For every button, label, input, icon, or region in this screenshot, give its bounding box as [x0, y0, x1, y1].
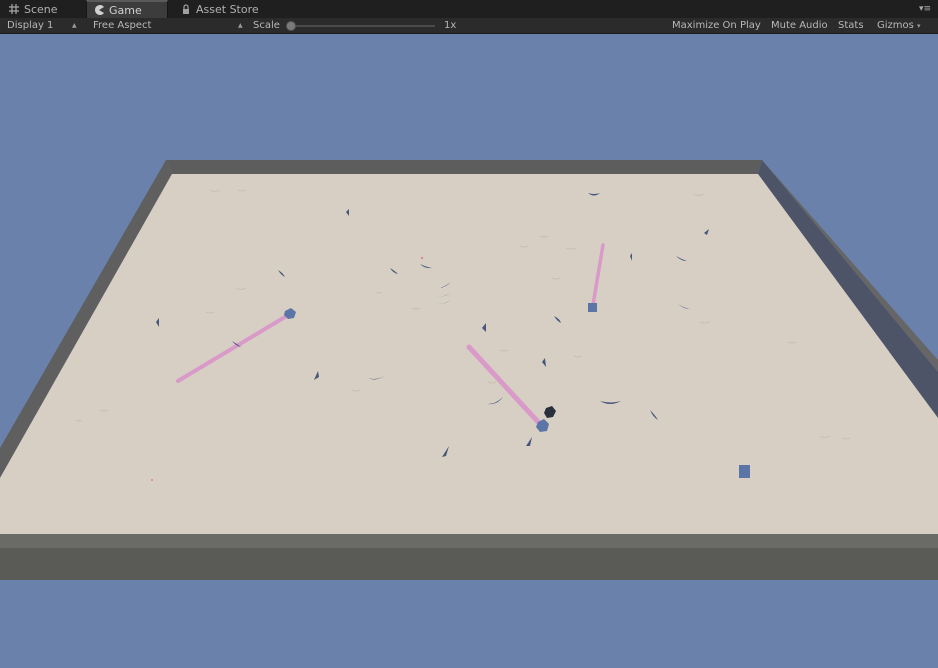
tab-label: Scene	[24, 2, 58, 16]
agent	[739, 465, 750, 478]
agent	[588, 303, 597, 312]
tab-game[interactable]: Game	[86, 0, 168, 18]
arena-wall-front	[0, 548, 938, 580]
scale-label: Scale	[253, 20, 280, 31]
game-toolbar: Display 1 ▲ Free Aspect ▲ Scale 1x Maxim…	[0, 18, 938, 34]
arena-wall-back	[166, 160, 762, 174]
display-dropdown-arrows-icon: ▲	[72, 22, 77, 29]
tab-label: Asset Store	[196, 2, 259, 16]
stats-toggle[interactable]: Stats	[838, 18, 864, 34]
aspect-dropdown-arrows-icon: ▲	[238, 22, 243, 29]
gizmos-dropdown[interactable]: Gizmos ▾	[877, 18, 921, 34]
gizmos-label: Gizmos	[877, 20, 914, 31]
chevron-down-icon: ▾	[917, 22, 921, 30]
maximize-on-play-toggle[interactable]: Maximize On Play	[672, 18, 761, 34]
game-viewport[interactable]	[0, 34, 938, 668]
arena-wall-front-top	[0, 534, 938, 548]
display-label: Display 1	[7, 20, 54, 31]
game-scene-render	[0, 160, 938, 580]
game-pacman-icon	[93, 4, 105, 16]
scale-value: 1x	[444, 20, 457, 31]
scale-slider-thumb[interactable]	[286, 21, 296, 31]
lock-icon	[180, 3, 192, 15]
mute-audio-toggle[interactable]: Mute Audio	[771, 18, 828, 34]
scale-slider-track[interactable]	[293, 25, 435, 27]
tab-scene[interactable]: Scene	[4, 0, 62, 18]
aspect-label: Free Aspect	[93, 20, 152, 31]
editor-tab-bar: Scene Game Asset Store ▾≡	[0, 0, 938, 18]
aspect-dropdown[interactable]: Free Aspect	[93, 18, 243, 34]
tab-label: Game	[109, 3, 142, 17]
panel-menu-icon[interactable]: ▾≡	[918, 3, 932, 15]
display-dropdown[interactable]: Display 1	[7, 18, 77, 34]
tab-asset-store[interactable]: Asset Store	[176, 0, 263, 18]
scene-grid-icon	[8, 3, 20, 15]
